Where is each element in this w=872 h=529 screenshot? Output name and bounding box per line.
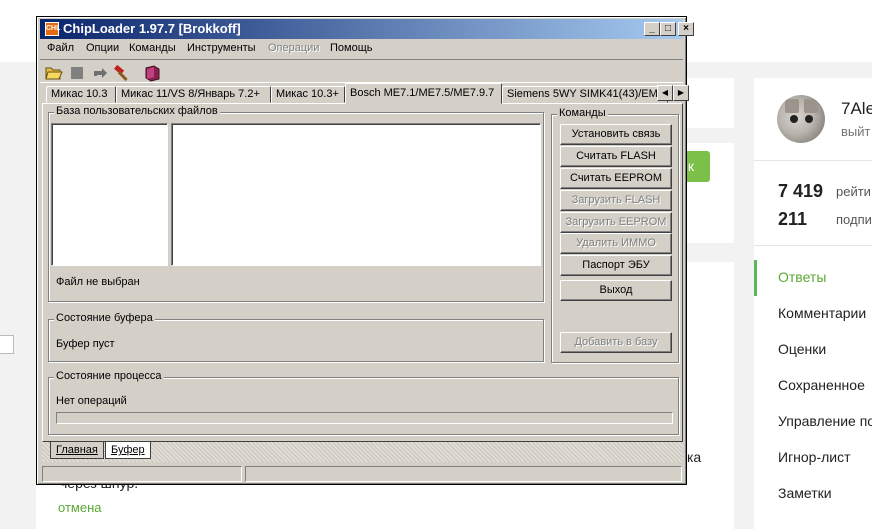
- title-bar[interactable]: CHL ChipLoader 1.97.7 [Brokkoff] _ □ ×: [40, 19, 694, 39]
- tab-mikas-11[interactable]: Микас 11/VS 8/Январь 7.2+: [116, 86, 271, 103]
- bottom-tab-bar: Главная Буфер: [42, 442, 683, 462]
- tab-bosch-me7[interactable]: Bosch ME7.1/ME7.5/ME7.9.7: [345, 83, 502, 104]
- read-eeprom-button[interactable]: Считать EEPROM: [560, 168, 672, 189]
- tab-scroll-right-icon[interactable]: ▶: [673, 85, 689, 101]
- status-bar: [40, 465, 683, 483]
- buffer-status-group: Состояние буфера Буфер пуст: [48, 312, 544, 362]
- tab-mikas-10-3-plus[interactable]: Микас 10.3+: [271, 86, 345, 103]
- bottom-tab-buffer-label: Буфер: [111, 444, 145, 456]
- avatar-ear: [804, 99, 818, 113]
- cancel-link[interactable]: отмена: [58, 500, 101, 515]
- bottom-tab-buffer[interactable]: Буфер: [105, 442, 151, 459]
- menu-bar: Файл Опции Команды Инструменты Операции …: [40, 40, 683, 58]
- chiploader-window: CHL ChipLoader 1.97.7 [Brokkoff] _ □ × Ф…: [36, 16, 694, 485]
- menu-file[interactable]: Файл: [47, 42, 74, 54]
- subscribers-label: подпис: [836, 212, 872, 227]
- sidebar-item-manage[interactable]: Управление по: [778, 413, 872, 429]
- menu-tools[interactable]: Инструменты: [187, 42, 256, 54]
- process-progress-bar: [56, 412, 673, 424]
- write-eeprom-button[interactable]: Загрузить EEPROM: [560, 212, 672, 233]
- buffer-status-title: Состояние буфера: [54, 312, 155, 324]
- close-button[interactable]: ×: [678, 22, 694, 36]
- page-edge-control[interactable]: [0, 335, 14, 354]
- sidebar-divider: [754, 245, 872, 246]
- exit-button[interactable]: Выход: [560, 280, 672, 301]
- user-files-group: База пользовательских файлов Файл не выб…: [48, 105, 544, 302]
- sidebar-item-ignore-list[interactable]: Игнор-лист: [778, 449, 851, 465]
- avatar-eye: [790, 115, 798, 123]
- tab-mikas-10-3[interactable]: Микас 10.3: [46, 86, 116, 103]
- bottom-tab-main-label: Главная: [56, 444, 98, 456]
- user-files-group-title: База пользовательских файлов: [54, 105, 220, 117]
- open-folder-icon[interactable]: [45, 64, 63, 82]
- reputation-label: рейти: [836, 184, 871, 199]
- hammer-icon[interactable]: [113, 64, 131, 82]
- tab-scroll-left-icon[interactable]: ◀: [657, 85, 673, 101]
- process-status-title: Состояние процесса: [54, 370, 164, 382]
- profile-logout-link[interactable]: выйт: [841, 124, 870, 139]
- sidebar-item-comments[interactable]: Комментарии: [778, 305, 866, 321]
- commands-group: Команды Установить связь Считать FLASH С…: [551, 107, 679, 363]
- file-list[interactable]: [171, 123, 541, 266]
- folder-list[interactable]: [51, 123, 168, 266]
- connect-button[interactable]: Установить связь: [560, 124, 672, 145]
- read-flash-button[interactable]: Считать FLASH: [560, 146, 672, 167]
- sidebar-item-ratings[interactable]: Оценки: [778, 341, 826, 357]
- reputation-value: 7 419: [778, 181, 824, 201]
- process-status-group: Состояние процесса Нет операций: [48, 370, 679, 435]
- status-panel-right: [245, 466, 682, 482]
- active-menu-indicator: [754, 260, 757, 296]
- sidebar-divider: [754, 160, 872, 161]
- avatar[interactable]: [777, 95, 825, 143]
- process-status-text: Нет операций: [56, 395, 127, 407]
- menu-options[interactable]: Опции: [86, 42, 119, 54]
- subscribers-value: 211: [778, 209, 808, 229]
- sidebar-item-saved[interactable]: Сохраненное: [778, 377, 865, 393]
- minimize-button[interactable]: _: [644, 22, 660, 36]
- chiploader-app-icon[interactable]: CHL: [45, 22, 60, 36]
- tab-page-bosch: База пользовательских файлов Файл не выб…: [42, 103, 683, 442]
- post-text-fragment: ка: [687, 449, 702, 465]
- maximize-button[interactable]: □: [660, 22, 676, 36]
- menu-commands[interactable]: Команды: [129, 42, 176, 54]
- tab-strip: Микас 10.3 Микас 11/VS 8/Январь 7.2+ Мик…: [44, 83, 689, 104]
- add-to-database-button[interactable]: Добавить в базу: [560, 332, 672, 353]
- menu-operations[interactable]: Операции: [268, 42, 319, 54]
- status-panel-left: [42, 466, 242, 482]
- buffer-status-text: Буфер пуст: [56, 338, 115, 350]
- toolbar: [40, 59, 683, 83]
- menu-help[interactable]: Помощь: [330, 42, 373, 54]
- sidebar-item-notes[interactable]: Заметки: [778, 485, 832, 501]
- book-icon[interactable]: [143, 64, 161, 82]
- commands-title: Команды: [557, 107, 608, 119]
- avatar-eye: [805, 115, 813, 123]
- avatar-ear: [785, 99, 799, 113]
- write-flash-button[interactable]: Загрузить FLASH: [560, 190, 672, 211]
- reload-icon[interactable]: [91, 64, 109, 82]
- delete-immo-button[interactable]: Удалить ИММО: [560, 233, 672, 254]
- window-title: ChipLoader 1.97.7 [Brokkoff]: [63, 21, 241, 36]
- file-status: Файл не выбран: [56, 276, 140, 288]
- profile-name[interactable]: 7Ale: [841, 99, 872, 119]
- stop-icon[interactable]: [68, 64, 86, 82]
- tab-siemens[interactable]: Siemens 5WY SIMK41(43)/EM: [502, 86, 668, 103]
- sidebar-item-answers[interactable]: Ответы: [778, 269, 826, 285]
- bottom-tab-main[interactable]: Главная: [50, 442, 104, 459]
- ecu-passport-button[interactable]: Паспорт ЭБУ: [560, 255, 672, 276]
